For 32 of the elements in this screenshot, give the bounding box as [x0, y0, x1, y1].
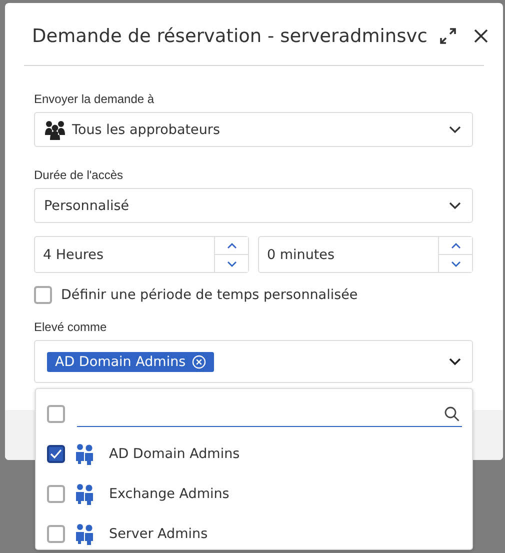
group-icon: [75, 523, 95, 545]
number-spinner[interactable]: 4 Heures: [34, 236, 249, 273]
chevron-down-icon: [450, 260, 460, 266]
chevron-up-icon: [226, 242, 236, 248]
search-icon: [444, 406, 460, 422]
checkbox[interactable]: [47, 445, 65, 463]
approver-select[interactable]: Tous les approbateurs: [34, 112, 473, 147]
checkbox[interactable]: [47, 485, 65, 503]
checkbox-label: Définir une période de temps personnalisée: [61, 287, 358, 303]
checkbox[interactable]: [47, 525, 65, 543]
select-all-checkbox[interactable]: [47, 405, 65, 423]
check-icon: [49, 447, 63, 461]
option-item[interactable]: Exchange Admins: [36, 474, 472, 514]
dialog-title: Demande de réservation - serveradminsvc: [32, 26, 428, 46]
checkbox[interactable]: [34, 286, 52, 304]
field-label: Durée de l'accès: [34, 168, 124, 182]
role-multiselect[interactable]: AD Domain Admins: [34, 340, 473, 383]
option-item[interactable]: Server Admins: [36, 514, 472, 553]
field-label: Envoyer la demande à: [34, 92, 156, 106]
chevron-down-icon: [226, 260, 236, 266]
option-item[interactable]: AD Domain Admins: [36, 434, 472, 474]
duration-select[interactable]: Personnalisé: [34, 188, 473, 223]
chevron-up-icon: [450, 242, 460, 248]
expand-icon: [439, 27, 458, 45]
close-icon: [473, 28, 490, 44]
remove-icon[interactable]: [192, 354, 206, 368]
people-icon: [44, 118, 66, 140]
group-icon: [75, 483, 95, 505]
group-icon: [75, 443, 95, 465]
field-label: Elevé comme: [34, 320, 108, 334]
selected-tag: AD Domain Admins: [47, 352, 214, 372]
number-spinner[interactable]: 0 minutes: [258, 236, 473, 273]
